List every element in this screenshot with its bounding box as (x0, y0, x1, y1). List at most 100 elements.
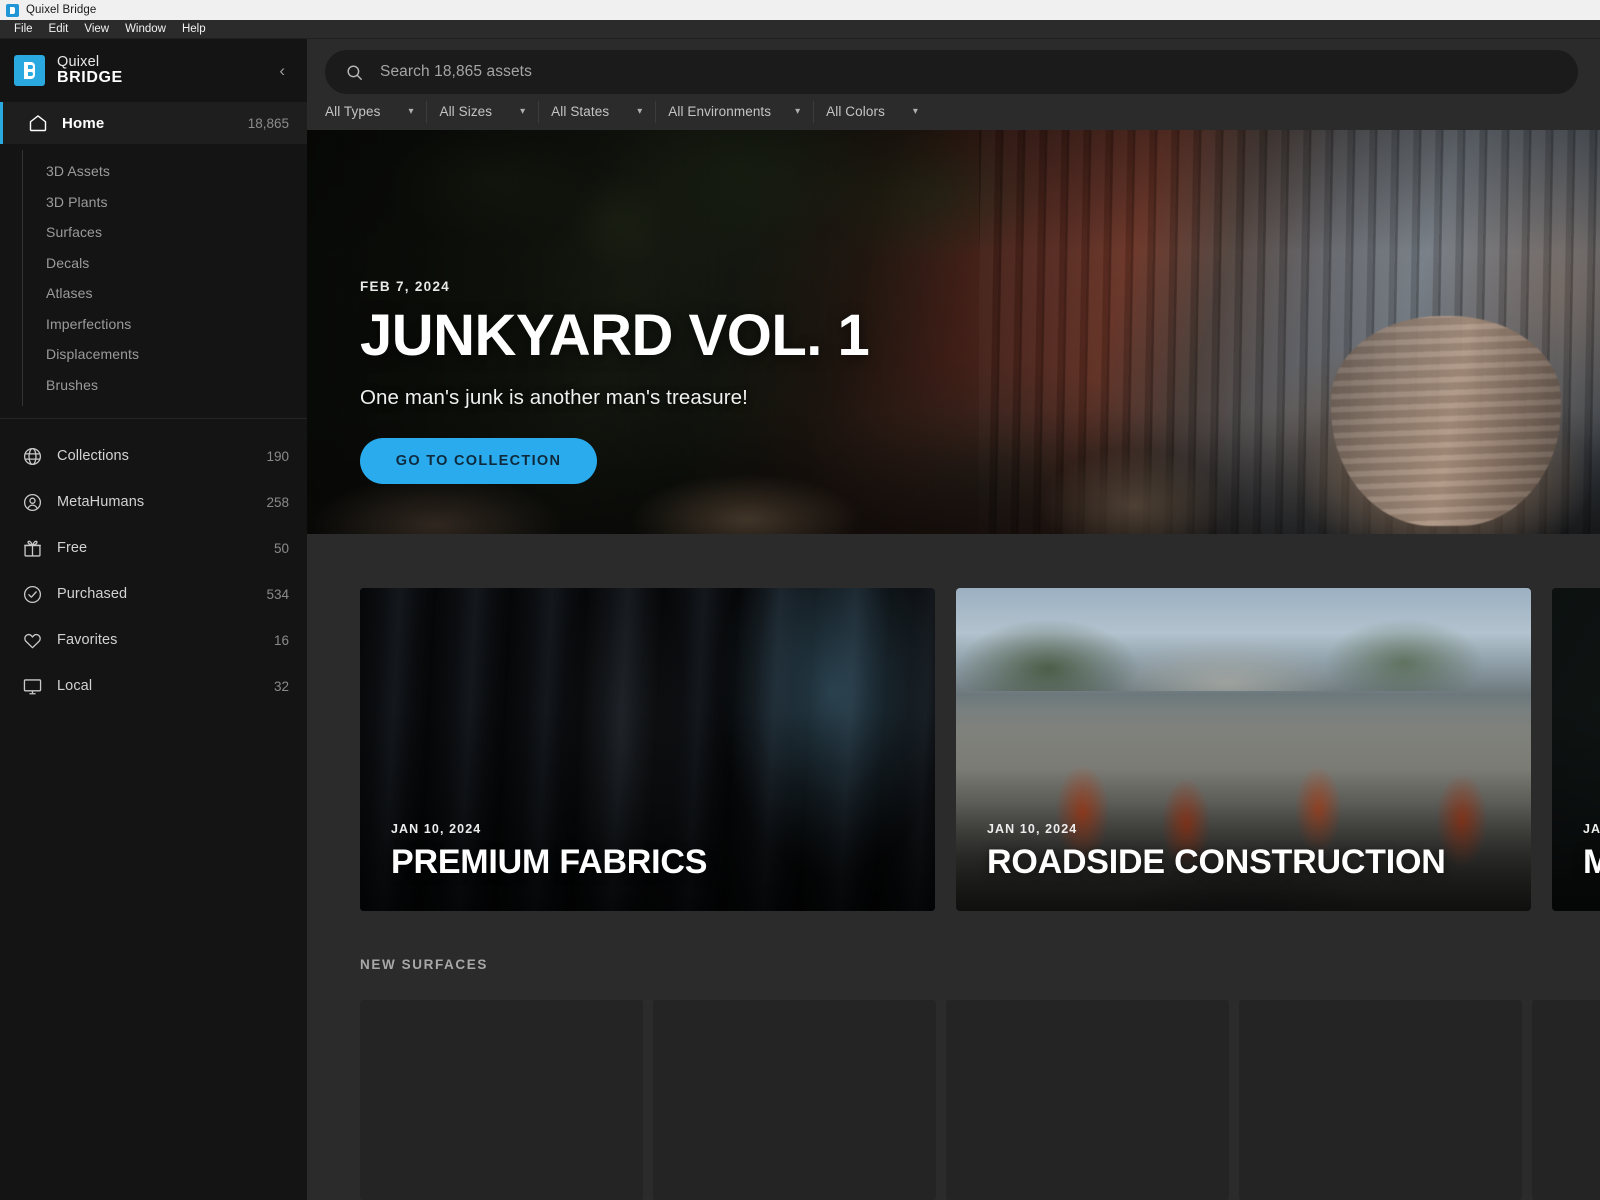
menu-help[interactable]: Help (175, 21, 213, 37)
surface-tile[interactable] (653, 1000, 936, 1200)
sidebar-item-purchased[interactable]: Purchased 534 (0, 571, 307, 617)
section-title-new-surfaces: NEW SURFACES (360, 957, 488, 972)
go-to-collection-button[interactable]: GO TO COLLECTION (360, 438, 597, 484)
search-icon (345, 63, 364, 82)
quixel-bridge-logo-icon (14, 55, 45, 86)
brand-header: Quixel BRIDGE ‹ (0, 39, 307, 102)
card-title: M (1583, 843, 1600, 881)
filter-all-types-label: All Types (325, 104, 381, 120)
hero-banner[interactable]: FEB 7, 2024 JUNKYARD VOL. 1 One man's ju… (307, 129, 1600, 534)
new-surfaces-row (307, 972, 1600, 1200)
surface-tile[interactable] (360, 1000, 643, 1200)
chevron-down-icon: ▾ (795, 105, 801, 117)
menu-window[interactable]: Window (118, 21, 173, 37)
sidebar-favorites-label: Favorites (57, 632, 118, 648)
sidebar-item-decals[interactable]: Decals (0, 248, 307, 279)
sidebar-item-surfaces[interactable]: Surfaces (0, 217, 307, 248)
menubar: File Edit View Window Help (0, 20, 1600, 39)
sidebar-item-free[interactable]: Free 50 (0, 525, 307, 571)
window-titlebar: Quixel Bridge (0, 0, 1600, 20)
card-text: JAN 10, 2024 ROADSIDE CONSTRUCTION (987, 822, 1446, 879)
app-shell: Quixel BRIDGE ‹ Home 18,865 3D Assets 3D… (0, 39, 1600, 1200)
window-title: Quixel Bridge (26, 4, 97, 16)
chevron-down-icon: ▾ (520, 105, 526, 117)
sidebar-item-imperfections[interactable]: Imperfections (0, 309, 307, 340)
sidebar-purchased-label: Purchased (57, 586, 128, 602)
person-circle-icon (22, 492, 43, 513)
sidebar-item-local[interactable]: Local 32 (0, 663, 307, 709)
sidebar-category-list: 3D Assets 3D Plants Surfaces Decals Atla… (0, 144, 307, 414)
search-bar[interactable] (325, 50, 1578, 94)
sidebar-item-atlases[interactable]: Atlases (0, 278, 307, 309)
hero-title: JUNKYARD VOL. 1 (360, 303, 870, 369)
sidebar-item-3d-assets[interactable]: 3D Assets (0, 156, 307, 187)
surface-tile[interactable] (1239, 1000, 1522, 1200)
chevron-left-icon[interactable]: ‹ (273, 58, 291, 83)
sidebar-favorites-count: 16 (273, 632, 289, 648)
home-icon (28, 113, 48, 133)
sidebar-item-3d-plants[interactable]: 3D Plants (0, 187, 307, 218)
globe-icon (22, 446, 43, 467)
chevron-down-icon: ▾ (408, 105, 414, 117)
sidebar-free-count: 50 (273, 540, 289, 556)
gift-icon (22, 538, 43, 559)
brand-wordmark: Quixel BRIDGE (57, 55, 123, 87)
sidebar-local-label: Local (57, 678, 93, 694)
collection-card[interactable]: JAN 10, 2024 ROADSIDE CONSTRUCTION (956, 588, 1531, 911)
filter-all-environments[interactable]: All Environments ▾ (655, 98, 816, 126)
sidebar-local-count: 32 (273, 678, 289, 694)
sidebar-collections-count: 190 (266, 448, 289, 464)
filter-all-colors-label: All Colors (826, 104, 885, 120)
sidebar-item-displacements[interactable]: Displacements (0, 339, 307, 370)
card-date: JAN 10, 2024 (987, 822, 1078, 836)
sidebar-item-collections[interactable]: Collections 190 (0, 433, 307, 479)
monitor-icon (22, 676, 43, 697)
sidebar-metahumans-count: 258 (266, 494, 289, 510)
sidebar-library-list: Collections 190 MetaHumans 258 Free 50 P… (0, 419, 307, 709)
surface-tile[interactable] (946, 1000, 1229, 1200)
menu-view[interactable]: View (77, 21, 116, 37)
sidebar-item-home[interactable]: Home 18,865 (0, 102, 307, 144)
search-area (307, 39, 1600, 94)
filter-all-states[interactable]: All States ▾ (538, 98, 658, 126)
card-date: JA (1583, 822, 1600, 836)
card-title: PREMIUM FABRICS (391, 843, 708, 881)
filter-all-environments-label: All Environments (668, 104, 772, 120)
sidebar-collections-label: Collections (57, 448, 130, 464)
sidebar-item-brushes[interactable]: Brushes (0, 370, 307, 401)
card-title: ROADSIDE CONSTRUCTION (987, 843, 1446, 881)
sidebar-item-favorites[interactable]: Favorites 16 (0, 617, 307, 663)
check-circle-icon (22, 584, 43, 605)
sidebar-free-label: Free (57, 540, 88, 556)
search-input[interactable] (380, 63, 1558, 81)
sidebar-item-metahumans[interactable]: MetaHumans 258 (0, 479, 307, 525)
filter-all-states-label: All States (551, 104, 610, 120)
featured-collections-row: JAN 10, 2024 PREMIUM FABRICS JAN 10, 202… (307, 534, 1600, 911)
collection-card[interactable]: JA M (1552, 588, 1600, 911)
card-text: JA M (1583, 822, 1600, 879)
chevron-down-icon: ▾ (912, 105, 918, 117)
main-content: All Types ▾ All Sizes ▾ All States ▾ All… (307, 39, 1600, 1200)
hero-subtitle: One man's junk is another man's treasure… (360, 386, 748, 409)
sidebar-metahumans-label: MetaHumans (57, 494, 145, 510)
filter-all-sizes[interactable]: All Sizes ▾ (426, 98, 541, 126)
surface-tile[interactable] (1532, 1000, 1600, 1200)
filter-all-sizes-label: All Sizes (439, 104, 493, 120)
brand-line-quixel: Quixel (57, 53, 100, 70)
card-text: JAN 10, 2024 PREMIUM FABRICS (391, 822, 707, 879)
hero-date: FEB 7, 2024 (360, 279, 451, 295)
sidebar-home-count: 18,865 (247, 115, 289, 131)
menu-file[interactable]: File (7, 21, 40, 37)
filter-all-colors[interactable]: All Colors ▾ (813, 98, 934, 126)
hero-content: FEB 7, 2024 JUNKYARD VOL. 1 One man's ju… (360, 279, 870, 484)
filter-all-types[interactable]: All Types ▾ (315, 98, 429, 126)
chevron-down-icon: ▾ (637, 105, 643, 117)
brand-line-bridge: BRIDGE (57, 69, 123, 87)
sidebar-home-label: Home (62, 114, 105, 132)
menu-edit[interactable]: Edit (42, 21, 76, 37)
collection-card[interactable]: JAN 10, 2024 PREMIUM FABRICS (360, 588, 935, 911)
card-date: JAN 10, 2024 (391, 822, 482, 836)
app-icon (6, 3, 19, 17)
sidebar: Quixel BRIDGE ‹ Home 18,865 3D Assets 3D… (0, 39, 307, 1200)
filter-bar: All Types ▾ All Sizes ▾ All States ▾ All… (307, 94, 1600, 130)
